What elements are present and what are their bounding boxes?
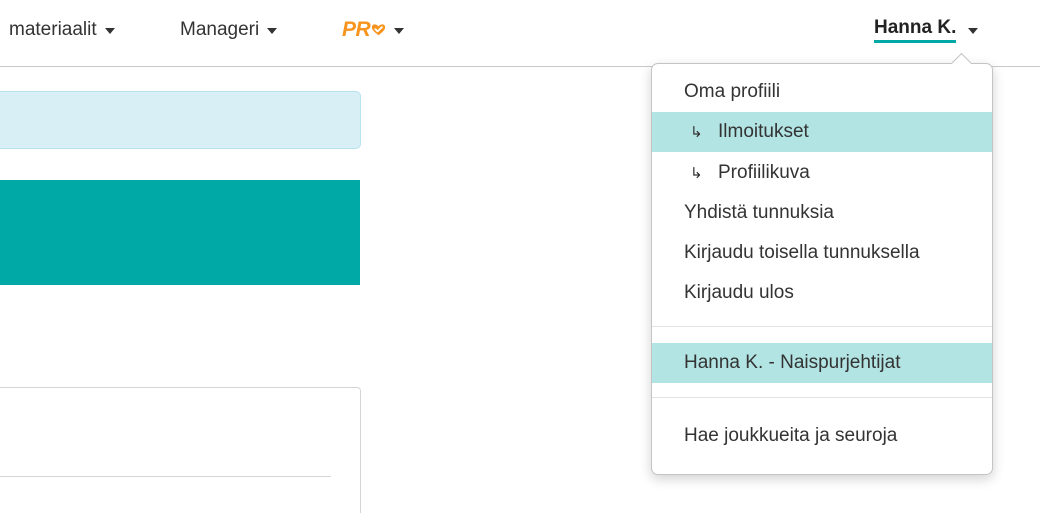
menu-item-logout[interactable]: Kirjaudu ulos	[652, 273, 992, 313]
menu-item-label: Yhdistä tunnuksia	[684, 202, 834, 223]
sub-arrow-icon: ↳	[690, 165, 703, 182]
nav-pro-menu[interactable]: PR	[342, 18, 405, 42]
menu-item-label: Oma profiili	[684, 81, 781, 102]
menu-item-label: Kirjaudu ulos	[684, 282, 794, 303]
page: materiaalit Manageri PR Hanna K. Oma pro…	[0, 0, 1040, 513]
top-navigation: materiaalit Manageri PR Hanna K.	[0, 0, 1040, 67]
content-card	[0, 387, 361, 513]
menu-item-label: Hanna K. - Naispurjehtijat	[684, 352, 901, 373]
user-dropdown-menu: Oma profiili ↳ Ilmoitukset ↳ Profiilikuv…	[651, 52, 993, 475]
menu-item-profile-picture[interactable]: ↳ Profiilikuva	[652, 153, 992, 193]
pro-heart-check-icon	[372, 23, 386, 35]
menu-item-label: Profiilikuva	[718, 162, 810, 183]
caret-down-icon	[968, 28, 979, 34]
caret-down-icon	[104, 28, 115, 34]
menu-item-label: Ilmoitukset	[718, 121, 809, 142]
user-name: Hanna K.	[874, 17, 957, 43]
info-box	[0, 91, 361, 149]
nav-manager-menu[interactable]: Manageri	[180, 18, 278, 42]
menu-item-notifications[interactable]: ↳ Ilmoitukset	[652, 112, 992, 152]
menu-item-login-other-account[interactable]: Kirjaudu toisella tunnuksella	[652, 233, 992, 273]
menu-item-own-profile[interactable]: Oma profiili	[652, 72, 992, 112]
menu-item-label: Kirjaudu toisella tunnuksella	[684, 242, 920, 263]
nav-materials-label: materiaalit	[9, 19, 97, 40]
menu-divider	[652, 397, 992, 398]
menu-item-team-account[interactable]: Hanna K. - Naispurjehtijat	[652, 343, 992, 383]
caret-down-icon	[267, 28, 278, 34]
pro-logo-text: PR	[342, 18, 371, 41]
user-menu-toggle[interactable]: Hanna K.	[874, 17, 979, 43]
menu-item-link-accounts[interactable]: Yhdistä tunnuksia	[652, 193, 992, 233]
menu-divider	[652, 326, 992, 327]
nav-materials-menu[interactable]: materiaalit	[9, 18, 115, 42]
menu-item-label: Hae joukkueita ja seuroja	[684, 425, 898, 446]
nav-manager-label: Manageri	[180, 19, 260, 40]
caret-down-icon	[394, 28, 405, 34]
card-divider	[0, 476, 331, 477]
menu-item-search-teams[interactable]: Hae joukkueita ja seuroja	[652, 416, 992, 456]
pro-logo: PR	[342, 18, 386, 42]
sub-arrow-icon: ↳	[690, 124, 703, 141]
teal-banner	[0, 180, 360, 285]
